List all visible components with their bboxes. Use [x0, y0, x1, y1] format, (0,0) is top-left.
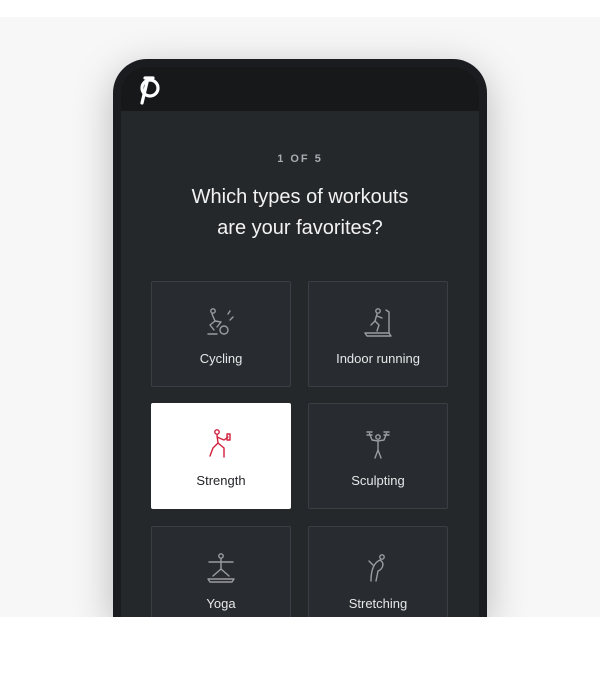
- workout-option-indoor-running[interactable]: Indoor running: [308, 281, 448, 387]
- workout-option-stretching[interactable]: Stretching: [308, 526, 448, 619]
- peloton-logo-icon[interactable]: [135, 75, 163, 105]
- question-line-2: are your favorites?: [217, 217, 383, 239]
- workout-label: Yoga: [206, 596, 236, 611]
- workout-label: Indoor running: [336, 351, 420, 366]
- treadmill-running-icon: [364, 308, 392, 337]
- workout-option-cycling[interactable]: Cycling: [151, 281, 291, 387]
- workout-option-strength[interactable]: Strength: [151, 403, 291, 509]
- phone-frame: 1 OF 5 Which types of workouts are your …: [113, 59, 487, 619]
- page-title: Which types of workouts are your favorit…: [141, 182, 459, 244]
- question-line-1: Which types of workouts: [191, 186, 409, 208]
- top-bar: [121, 67, 479, 111]
- app-screen: 1 OF 5 Which types of workouts are your …: [121, 67, 479, 619]
- workout-label: Cycling: [199, 351, 243, 366]
- cycling-icon: [207, 308, 234, 335]
- page-footer-area: [0, 617, 600, 691]
- stretching-icon: [368, 554, 385, 582]
- workout-option-sculpting[interactable]: Sculpting: [308, 403, 448, 509]
- workout-label: Strength: [196, 473, 246, 488]
- dumbbell-press-icon: [366, 431, 390, 459]
- step-indicator: 1 OF 5: [277, 153, 323, 165]
- strength-icon: [209, 429, 231, 458]
- stage: 1 OF 5 Which types of workouts are your …: [0, 0, 600, 691]
- yoga-pose-icon: [207, 553, 235, 583]
- workout-label: Sculpting: [351, 473, 405, 488]
- workout-option-yoga[interactable]: Yoga: [151, 526, 291, 619]
- workout-label: Stretching: [348, 596, 408, 611]
